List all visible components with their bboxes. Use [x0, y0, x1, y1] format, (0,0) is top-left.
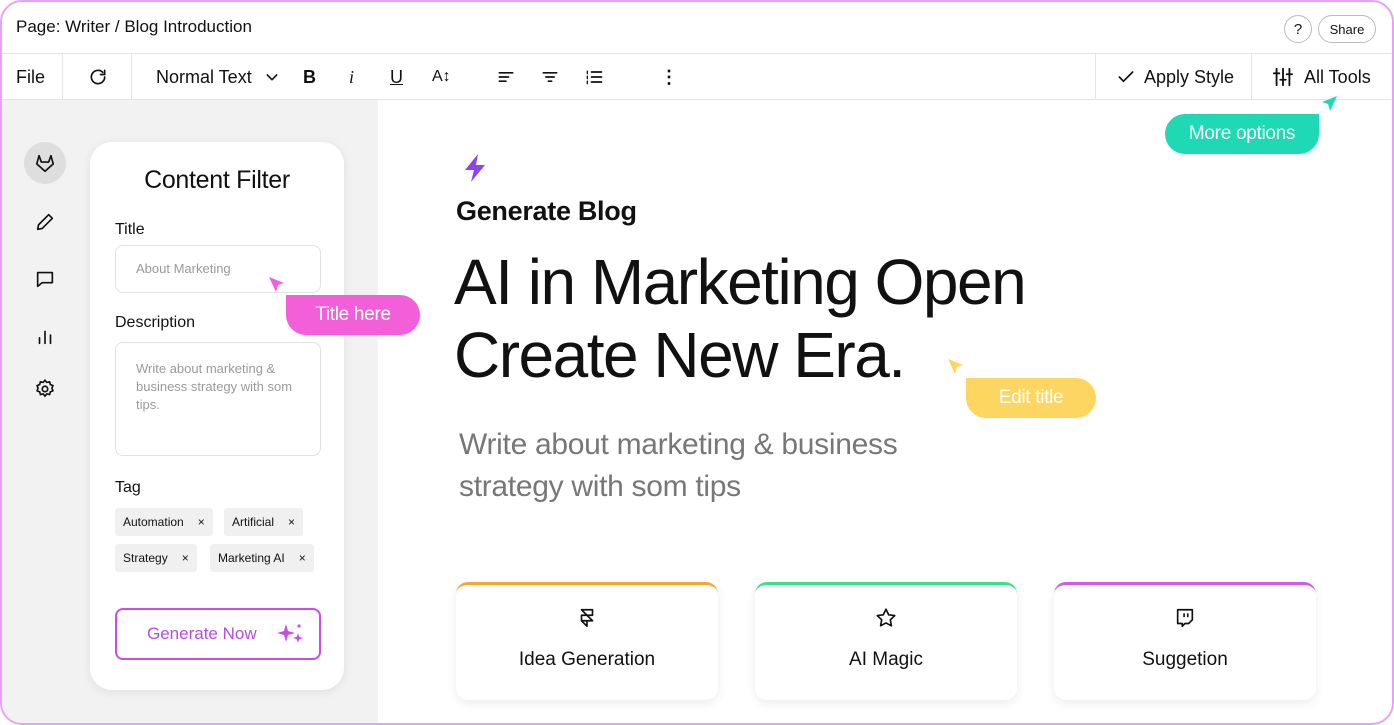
align-center-icon[interactable]	[538, 65, 562, 89]
help-button[interactable]: ?	[1284, 15, 1312, 43]
framer-icon	[456, 607, 718, 629]
sliders-icon	[1272, 66, 1294, 88]
pencil-icon[interactable]	[24, 201, 66, 243]
chart-icon[interactable]	[24, 315, 66, 357]
card-label: Suggetion	[1142, 649, 1228, 670]
filter-title: Content Filter	[144, 166, 290, 194]
toolbar-divider	[62, 54, 63, 100]
all-tools-button[interactable]: All Tools	[1272, 54, 1371, 100]
generate-now-button[interactable]: Generate Now	[115, 608, 321, 660]
content-filter-panel: Content Filter Title About Marketing Des…	[90, 142, 344, 690]
tag-label-text: Automation	[123, 515, 184, 529]
ai-magic-card[interactable]: AI Magic	[755, 582, 1017, 700]
toolbar-divider	[1251, 54, 1252, 100]
title-input[interactable]: About Marketing	[115, 245, 321, 293]
blog-headline[interactable]: AI in Marketing Open Create New Era.	[454, 246, 1094, 392]
close-icon[interactable]: ×	[198, 515, 205, 529]
tag-label-text: Artificial	[232, 515, 275, 529]
toolbar: File Normal Text B i U A↕ ⋮ Apply Style …	[2, 54, 1392, 100]
tag-chip[interactable]: Artificial ×	[224, 508, 304, 536]
section-label: Generate Blog	[456, 196, 637, 226]
more-options-annotation: More options	[1165, 114, 1319, 154]
share-button[interactable]: Share	[1318, 15, 1376, 43]
close-icon[interactable]: ×	[182, 551, 189, 565]
underline-button[interactable]: U	[390, 54, 403, 100]
font-size-button[interactable]: A↕	[432, 54, 451, 100]
app-window: Page: Writer / Blog Introduction ? Share…	[0, 0, 1394, 725]
tag-label-text: Marketing AI	[218, 551, 285, 565]
all-tools-label: All Tools	[1304, 66, 1371, 87]
text-style-select[interactable]: Normal Text	[156, 54, 280, 100]
title-bar: Page: Writer / Blog Introduction ? Share	[2, 2, 1392, 54]
tag-chip[interactable]: Automation ×	[115, 508, 213, 536]
sparkle-icon	[275, 620, 305, 655]
blog-subtitle[interactable]: Write about marketing & business strateg…	[459, 424, 939, 508]
cursor-icon	[1322, 96, 1337, 111]
title-here-annotation: Title here	[286, 295, 420, 335]
title-label: Title	[115, 221, 145, 238]
idea-generation-card[interactable]: Idea Generation	[456, 582, 718, 700]
text-style-value: Normal Text	[156, 66, 252, 87]
description-label: Description	[115, 314, 196, 331]
star-icon	[755, 607, 1017, 629]
more-menu-button[interactable]: ⋮	[660, 54, 678, 100]
card-label: Idea Generation	[518, 649, 656, 670]
headline-line-2: Create New Era.	[454, 319, 906, 391]
tag-chip[interactable]: Marketing AI ×	[210, 544, 314, 572]
bold-button[interactable]: B	[303, 54, 316, 100]
card-label: AI Magic	[849, 649, 923, 670]
close-icon[interactable]: ×	[288, 515, 295, 529]
check-icon	[1116, 67, 1136, 87]
description-input[interactable]: Write about marketing & business strateg…	[115, 342, 321, 456]
tag-label-text: Strategy	[123, 551, 168, 565]
page-title: Page: Writer / Blog Introduction	[16, 17, 252, 36]
tag-chip[interactable]: Strategy ×	[115, 544, 197, 572]
refresh-icon[interactable]	[86, 65, 110, 89]
numbered-list-icon[interactable]	[582, 65, 606, 89]
toolbar-divider	[1095, 54, 1096, 100]
align-left-icon[interactable]	[494, 65, 518, 89]
suggestion-card[interactable]: Suggetion	[1054, 582, 1316, 700]
toolbar-divider	[131, 54, 132, 100]
settings-icon[interactable]	[24, 368, 66, 410]
apply-style-button[interactable]: Apply Style	[1116, 54, 1234, 100]
tag-label: Tag	[115, 479, 141, 496]
italic-button[interactable]: i	[349, 54, 354, 100]
chevron-down-icon	[264, 69, 280, 85]
cursor-icon	[269, 277, 284, 292]
apply-style-label: Apply Style	[1144, 66, 1235, 87]
twitch-icon	[1054, 607, 1316, 629]
lightning-icon	[465, 154, 485, 182]
headline-line-1: AI in Marketing Open	[454, 246, 1027, 318]
file-menu[interactable]: File	[16, 54, 45, 100]
generate-now-label: Generate Now	[147, 624, 257, 643]
close-icon[interactable]: ×	[299, 551, 306, 565]
chat-icon[interactable]	[24, 258, 66, 300]
gitlab-icon[interactable]	[24, 142, 66, 184]
